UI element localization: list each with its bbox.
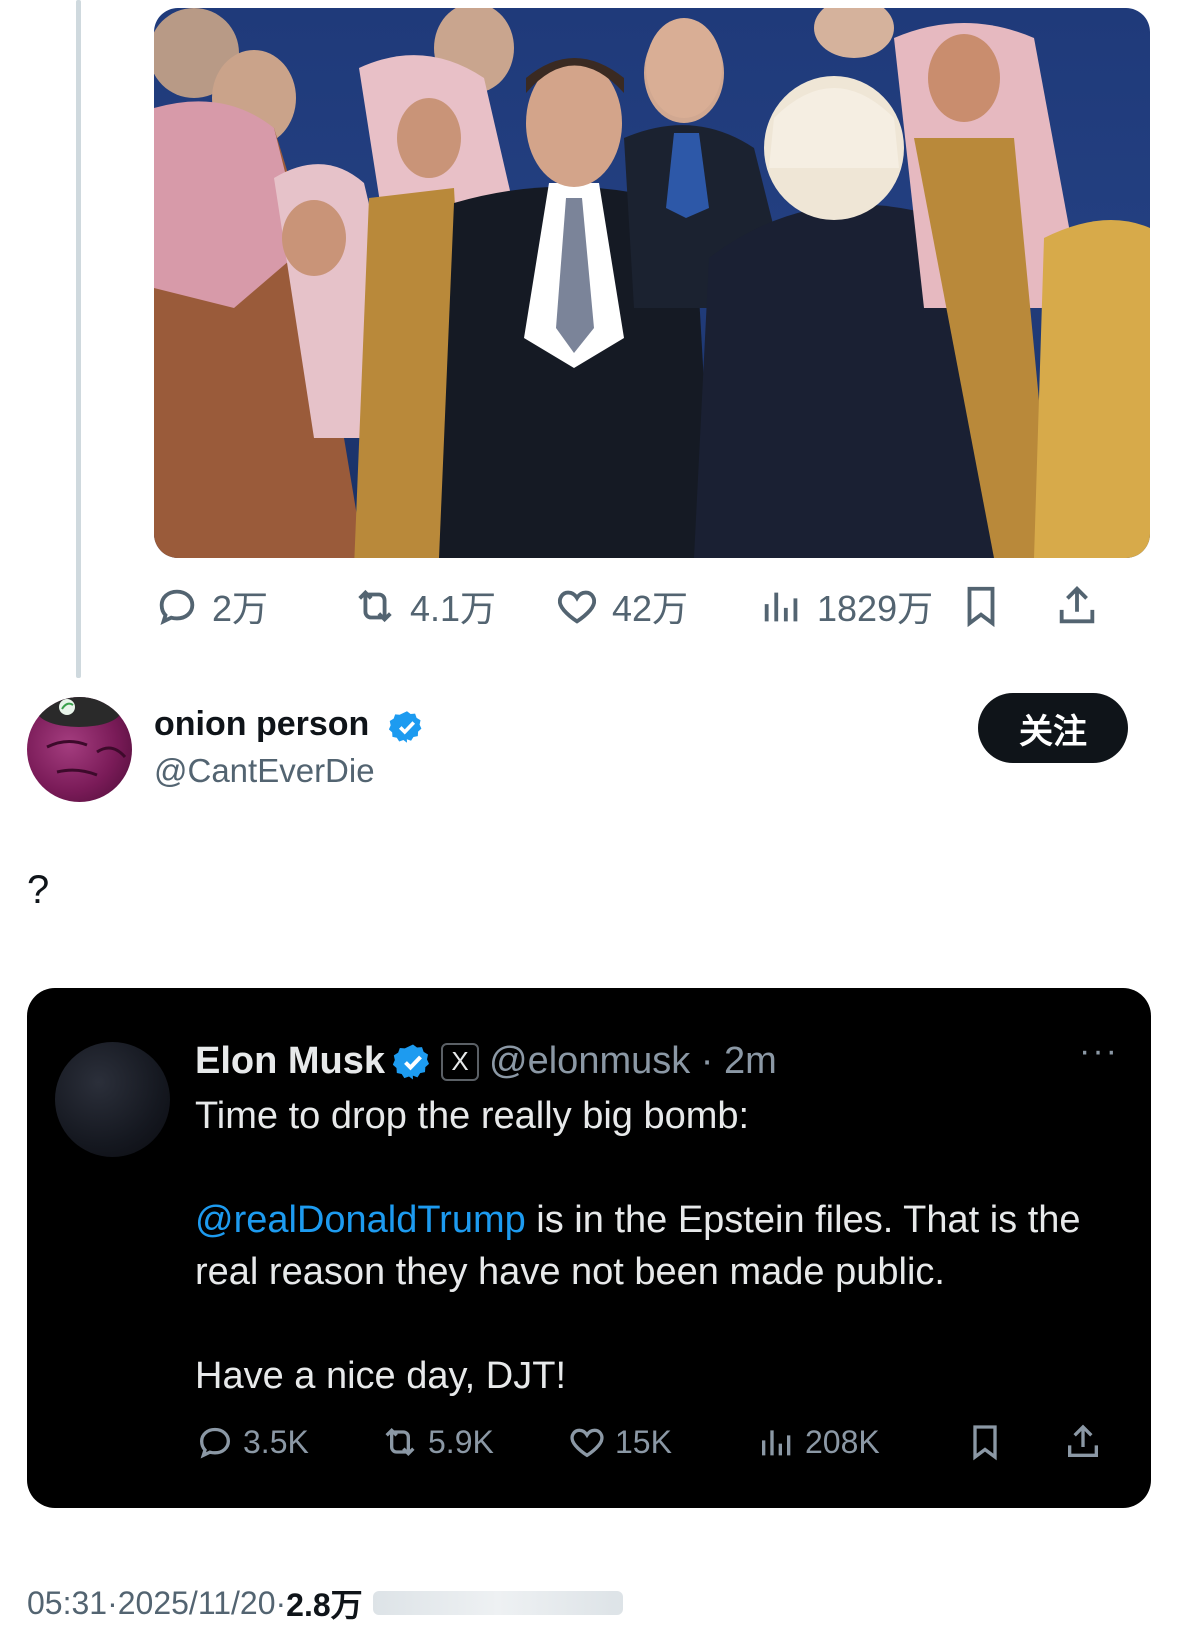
views-icon <box>764 592 798 622</box>
views-count: 1829万 <box>817 588 934 629</box>
verified-badge-icon <box>389 711 422 743</box>
quoted-screenshot[interactable]: Elon Musk X @elonmusk · 2m ··· Time to d… <box>27 988 1151 1508</box>
quoted-avatar <box>55 1042 170 1157</box>
tweet-text: ? <box>27 868 50 912</box>
tweet-actions: 2万 4.1万 42万 1829万 <box>154 575 1150 637</box>
quoted-actions: 3.5K 5.9K 15K 208K <box>195 1416 1125 1468</box>
tweet-view-count: 2.8万 <box>286 1587 363 1623</box>
quoted-retweet: 5.9K <box>380 1416 494 1468</box>
heart-icon <box>557 590 597 624</box>
like-button[interactable]: 42万 <box>554 575 688 637</box>
quoted-line-3: Have a nice day, DJT! <box>195 1355 567 1397</box>
quoted-like-count: 15K <box>615 1423 672 1460</box>
views-button[interactable]: 1829万 <box>759 575 933 637</box>
photo-illustration <box>154 8 1150 558</box>
quoted-line-1: Time to drop the really big bomb: <box>195 1095 750 1137</box>
quoted-retweet-count: 5.9K <box>428 1423 494 1460</box>
share-button[interactable] <box>1054 575 1112 637</box>
bookmark-icon <box>973 1425 997 1461</box>
watermark-blur <box>372 1591 623 1615</box>
reply-icon <box>159 589 195 625</box>
bookmark-icon <box>967 586 995 628</box>
bookmark-button[interactable] <box>958 575 1016 637</box>
verified-badge-icon <box>393 1044 430 1079</box>
avatar[interactable] <box>27 697 132 802</box>
quoted-header: Elon Musk X @elonmusk · 2m <box>195 1040 777 1083</box>
retweet-icon <box>385 1427 415 1457</box>
quoted-views: 208K <box>757 1416 880 1468</box>
share-icon <box>1068 1424 1098 1457</box>
tweet-photo[interactable] <box>154 8 1150 558</box>
display-name[interactable]: onion person <box>154 705 369 744</box>
quoted-reply-count: 3.5K <box>243 1423 309 1460</box>
avatar-illustration <box>37 697 127 777</box>
meta-separator: · <box>107 1584 118 1621</box>
quoted-bookmark <box>965 1416 1013 1468</box>
quoted-body: Time to drop the really big bomb: @realD… <box>195 1090 1115 1402</box>
quoted-line-2: @realDonaldTrump is in the Epstein files… <box>195 1194 1115 1298</box>
tweet-time[interactable]: 05:31 <box>27 1585 107 1622</box>
quoted-mention: @realDonaldTrump <box>195 1199 526 1241</box>
x-logo-icon: X <box>441 1042 480 1081</box>
thread-line <box>76 0 81 678</box>
share-icon <box>1059 586 1095 624</box>
like-count: 42万 <box>612 588 689 629</box>
more-options-icon: ··· <box>1079 1032 1119 1070</box>
retweet-count: 4.1万 <box>410 588 497 629</box>
retweet-button[interactable]: 4.1万 <box>352 575 496 637</box>
quoted-name: Elon Musk <box>195 1040 386 1082</box>
reply-count: 2万 <box>212 588 269 629</box>
views-icon <box>762 1430 791 1456</box>
quoted-views-count: 208K <box>805 1423 880 1460</box>
author-handle[interactable]: @CantEverDie <box>154 752 375 790</box>
meta-separator: · <box>275 1584 287 1621</box>
tweet-date[interactable]: 2025/11/20 <box>118 1585 276 1622</box>
quoted-handle: @elonmusk · 2m <box>489 1040 777 1082</box>
tweet-meta: 05:31 · 2025/11/20 · 2.8万 <box>27 1580 623 1626</box>
quoted-like: 15K <box>567 1416 672 1468</box>
heart-icon <box>570 1428 604 1458</box>
retweet-icon <box>358 589 392 623</box>
follow-button[interactable]: 关注 <box>978 693 1128 763</box>
quoted-share <box>1063 1416 1111 1468</box>
quoted-reply: 3.5K <box>195 1416 309 1468</box>
reply-button[interactable]: 2万 <box>154 575 268 637</box>
reply-icon <box>199 1427 231 1459</box>
